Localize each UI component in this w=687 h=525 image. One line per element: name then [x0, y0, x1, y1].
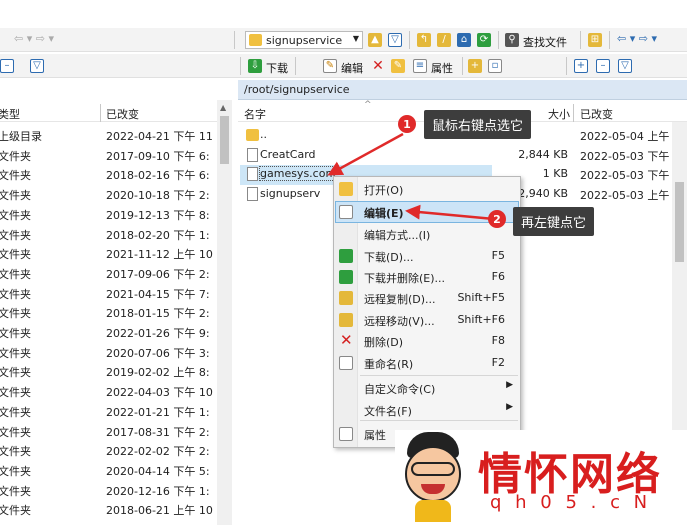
mascot-body: [415, 500, 451, 522]
watermark-url: q h 0 5 . c N: [490, 492, 652, 513]
arrow-step2: [405, 204, 495, 221]
step2-callout: 再左键点它: [513, 207, 595, 236]
step2-badge: 2: [488, 210, 506, 228]
mascot-avatar: [393, 428, 473, 523]
step1-badge: 1: [398, 115, 416, 133]
arrow-step1: [327, 132, 404, 176]
step1-callout: 鼠标右键点选它: [424, 110, 532, 139]
mascot-glasses: [411, 462, 455, 476]
